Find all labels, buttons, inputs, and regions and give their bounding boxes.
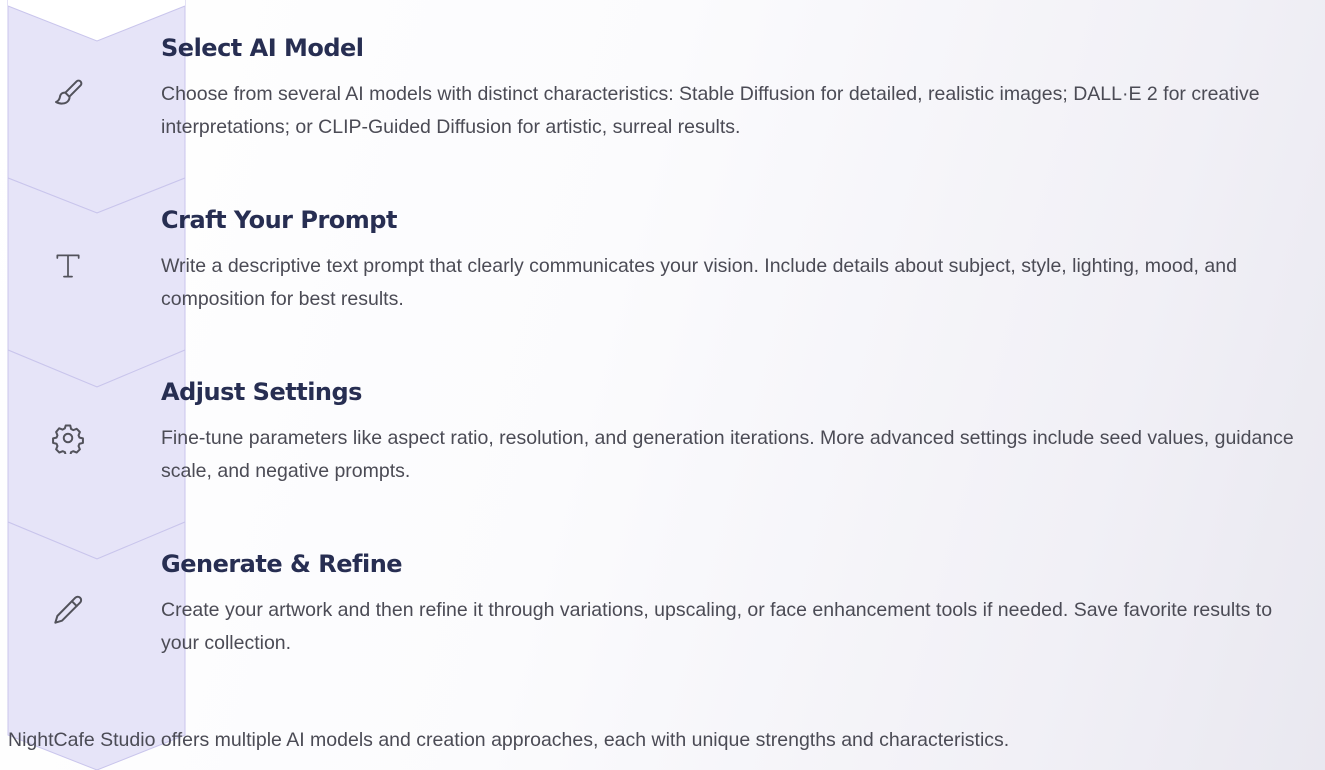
step-craft-prompt: Craft Your Prompt Write a descriptive te…: [0, 178, 1325, 350]
footer-summary-text: NightCafe Studio offers multiple AI mode…: [8, 729, 1010, 751]
step-adjust-settings: Adjust Settings Fine-tune parameters lik…: [0, 350, 1325, 522]
step-title: Generate & Refine: [161, 550, 403, 578]
step-description: Create your artwork and then refine it t…: [161, 599, 1273, 654]
step-title: Adjust Settings: [161, 378, 362, 406]
text-type-icon: [44, 242, 92, 290]
step-description: Choose from several AI models with disti…: [161, 83, 1260, 138]
paintbrush-icon: [44, 70, 92, 118]
step-description: Fine-tune parameters like aspect ratio, …: [161, 427, 1294, 482]
step-title: Craft Your Prompt: [161, 206, 397, 234]
gear-icon: [44, 414, 92, 462]
step-title: Select AI Model: [161, 34, 364, 62]
pencil-icon: [44, 586, 92, 634]
step-description: Write a descriptive text prompt that cle…: [161, 255, 1237, 310]
step-select-model: Select AI Model Choose from several AI m…: [0, 6, 1325, 178]
step-generate-refine: Generate & Refine Create your artwork an…: [0, 522, 1325, 694]
